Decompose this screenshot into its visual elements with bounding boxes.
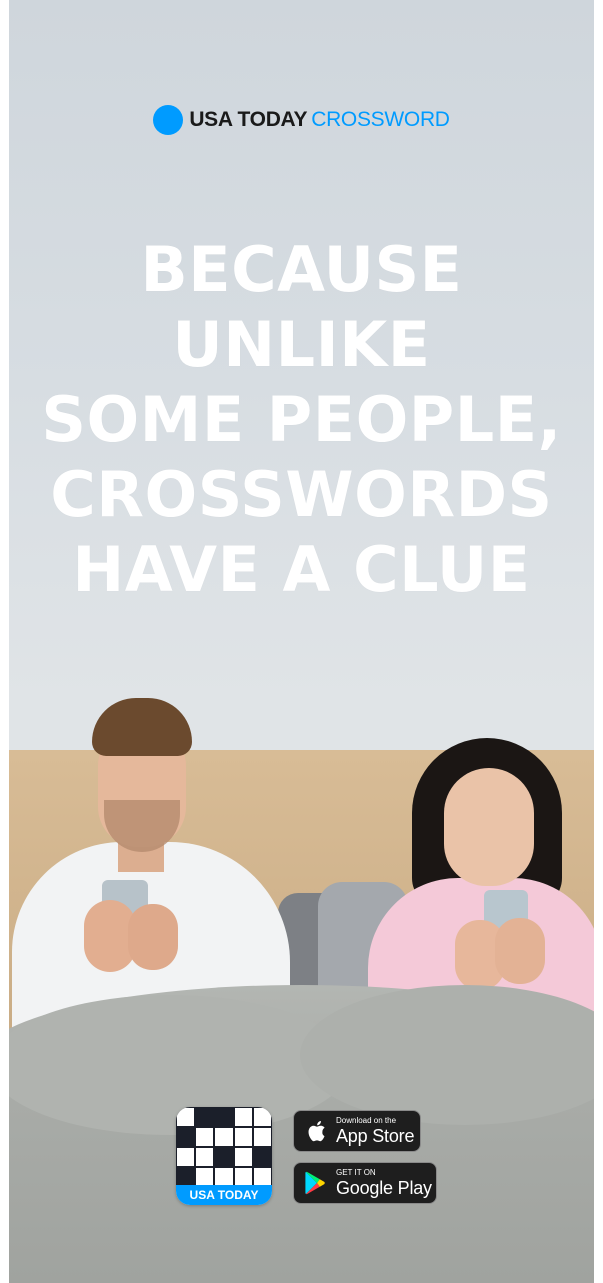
headline-line-1: BECAUSE [140,233,463,306]
apple-icon [304,1118,328,1144]
usa-today-dot-icon [153,105,184,135]
logo-text: USA TODAY CROSSWORD [189,108,450,132]
google-play-button[interactable]: GET IT ON Google Play [293,1162,437,1204]
google-play-big-text: Google Play [336,1178,432,1198]
crossword-grid-icon [176,1107,272,1187]
headline-line-5: HAVE A CLUE [72,533,531,606]
woman-hand [495,918,545,984]
app-store-small-text: Download on the [336,1116,397,1125]
app-store-text: Download on the App Store [336,1116,415,1146]
headline-line-3: SOME PEOPLE, [41,383,562,456]
left-margin [0,0,9,1283]
app-store-button[interactable]: Download on the App Store [293,1110,421,1152]
headline-line-4: CROSSWORDS [50,458,553,531]
logo-product: CROSSWORD [311,108,450,131]
woman-head [444,768,534,886]
google-play-icon [304,1170,328,1196]
right-margin [594,0,603,1283]
logo-brand: USA TODAY [189,108,308,131]
usa-today-app-icon[interactable]: USA TODAY [176,1107,272,1205]
man-hand [128,904,178,970]
headline: BECAUSE UNLIKE SOME PEOPLE, CROSSWORDS H… [0,232,603,607]
google-play-small-text: GET IT ON [336,1168,376,1177]
app-store-big-text: App Store [336,1126,415,1146]
crossword-ad: USA TODAY CROSSWORD BECAUSE UNLIKE SOME P… [0,0,603,1283]
man-hair [92,698,192,756]
app-icon-label: USA TODAY [176,1185,272,1205]
usa-today-crossword-logo: USA TODAY CROSSWORD [0,105,603,135]
google-play-text: GET IT ON Google Play [336,1168,432,1198]
headline-line-2: UNLIKE [172,308,431,381]
